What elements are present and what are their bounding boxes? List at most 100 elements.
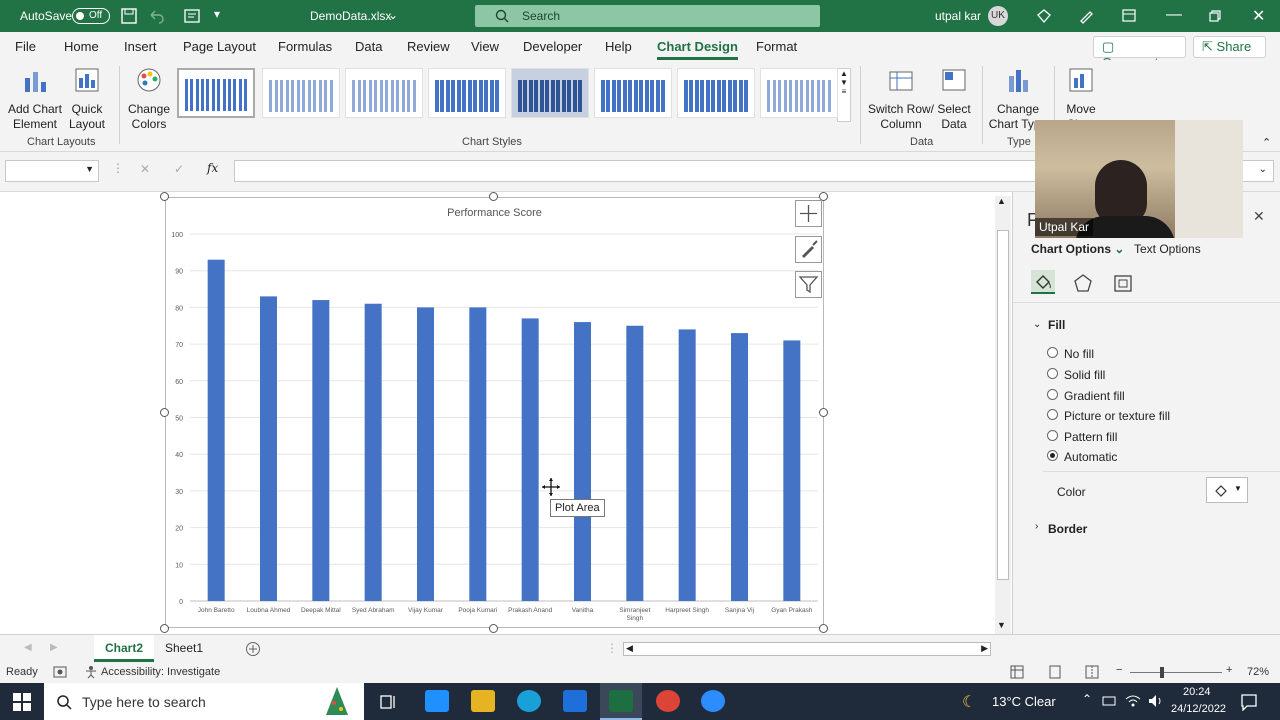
zoom-in-icon[interactable]: + <box>1226 664 1232 676</box>
comments-button[interactable]: ▢ Comments <box>1093 36 1186 70</box>
store-icon[interactable] <box>425 690 449 712</box>
select-data-button[interactable]: Select Data <box>936 66 972 132</box>
resize-handle[interactable] <box>160 624 169 633</box>
pattern-fill-radio[interactable] <box>1047 430 1058 441</box>
cancel-icon[interactable]: ✕ <box>140 162 150 176</box>
menu-home[interactable]: Home <box>64 39 99 54</box>
chart-style-option[interactable] <box>677 68 755 118</box>
diamond-icon[interactable] <box>1036 8 1052 24</box>
menu-help[interactable]: Help <box>605 39 632 54</box>
expand-formula-icon[interactable]: ⌄ <box>1259 164 1267 175</box>
accessibility-status[interactable]: Accessibility: Investigate <box>101 666 220 678</box>
scroll-down-icon[interactable]: ▼ <box>838 78 850 87</box>
menu-chart-design[interactable]: Chart Design <box>657 39 738 60</box>
mail-icon[interactable] <box>563 690 587 712</box>
resize-handle[interactable] <box>489 624 498 633</box>
styles-scroll[interactable]: ▲ ▼ ≡ <box>837 68 851 122</box>
resize-handle[interactable] <box>160 192 169 201</box>
chart-style-option[interactable] <box>262 68 340 118</box>
more-styles-icon[interactable]: ≡ <box>838 87 850 96</box>
restore-icon[interactable] <box>1209 10 1221 22</box>
menu-format[interactable]: Format <box>756 39 797 54</box>
no-fill-radio[interactable] <box>1047 347 1058 358</box>
bar[interactable] <box>574 322 591 601</box>
prev-sheet-icon[interactable]: ◀ <box>24 642 32 653</box>
name-box[interactable]: ▼ <box>5 160 99 182</box>
chart-filters-button[interactable] <box>795 271 822 298</box>
scroll-up-icon[interactable]: ▲ <box>838 69 850 78</box>
taskbar-search[interactable]: Type here to search <box>44 683 364 720</box>
scroll-thumb[interactable] <box>997 230 1009 580</box>
resize-handle[interactable] <box>819 624 828 633</box>
menu-file[interactable]: File <box>15 39 36 54</box>
menu-page-layout[interactable]: Page Layout <box>183 39 256 54</box>
close-icon[interactable]: ✕ <box>1252 6 1265 26</box>
chart-styles-button[interactable] <box>795 236 822 263</box>
print-preview-icon[interactable] <box>184 8 200 24</box>
file-name[interactable]: DemoData.xlsx <box>310 9 391 23</box>
chevron-right-icon[interactable]: › <box>1035 521 1038 532</box>
quick-layout-button[interactable]: Quick Layout <box>64 66 110 132</box>
wifi-icon[interactable] <box>1125 694 1141 708</box>
bar[interactable] <box>364 303 382 601</box>
zoom-level[interactable]: 72% <box>1247 666 1269 678</box>
resize-handle[interactable] <box>489 192 498 201</box>
vertical-scrollbar[interactable]: ▲ ▼ <box>995 196 1011 634</box>
collapse-ribbon-icon[interactable]: ⌃ <box>1262 136 1271 149</box>
zoom-out-icon[interactable]: − <box>1116 664 1122 676</box>
enter-icon[interactable]: ✓ <box>174 162 184 176</box>
fill-section-header[interactable]: Fill <box>1048 318 1065 332</box>
close-icon[interactable]: ✕ <box>1253 208 1265 225</box>
add-chart-element-button[interactable]: Add Chart Element <box>6 66 64 132</box>
zoom-app-icon[interactable] <box>701 690 725 712</box>
bar[interactable] <box>521 318 539 601</box>
bar[interactable] <box>417 307 434 601</box>
windows-start-icon[interactable] <box>13 693 31 711</box>
bar[interactable] <box>469 307 487 601</box>
volume-icon[interactable] <box>1148 694 1164 708</box>
task-view-icon[interactable] <box>380 693 398 711</box>
zoom-slider-thumb[interactable] <box>1160 667 1164 678</box>
menu-developer[interactable]: Developer <box>523 39 582 54</box>
add-sheet-icon[interactable] <box>245 641 261 657</box>
pentagon-effects-icon[interactable] <box>1071 271 1095 295</box>
sheet-area[interactable]: Performance Score 0 10 20 30 40 50 60 70 80 90 100… <box>0 192 1012 634</box>
tab-sheet1[interactable]: Sheet1 <box>158 641 210 655</box>
picture-fill-radio[interactable] <box>1047 409 1058 420</box>
text-options-tab[interactable]: Text Options <box>1134 242 1201 256</box>
bar[interactable] <box>207 259 225 601</box>
customize-toolbar-icon[interactable]: ▾ <box>214 7 220 21</box>
insert-function-icon[interactable]: fx <box>207 161 218 175</box>
horizontal-scrollbar[interactable]: ◀ ▶ <box>623 642 991 656</box>
chart-style-option[interactable] <box>511 68 589 118</box>
gradient-fill-label[interactable]: Gradient fill <box>1064 389 1125 403</box>
save-icon[interactable] <box>121 8 137 24</box>
bar[interactable] <box>312 300 330 601</box>
edge-icon[interactable] <box>517 690 541 712</box>
pen-icon[interactable] <box>1078 8 1094 24</box>
bar[interactable] <box>783 340 801 601</box>
file-explorer-icon[interactable] <box>471 690 495 712</box>
gradient-fill-radio[interactable] <box>1047 389 1058 400</box>
solid-fill-label[interactable]: Solid fill <box>1064 368 1105 382</box>
chart-style-option[interactable] <box>345 68 423 118</box>
menu-formulas[interactable]: Formulas <box>278 39 332 54</box>
scroll-left-icon[interactable]: ◀ <box>626 643 633 654</box>
chevron-down-icon[interactable]: ▼ <box>85 164 94 174</box>
chart-area[interactable]: Performance Score 0 10 20 30 40 50 60 70 80 90 100… <box>165 197 824 628</box>
macro-record-icon[interactable] <box>53 666 67 678</box>
excel-taskbar-button[interactable] <box>600 683 642 720</box>
chart-style-option[interactable] <box>594 68 672 118</box>
weather-text[interactable]: 13°C Clear <box>992 694 1056 709</box>
no-fill-label[interactable]: No fill <box>1064 347 1094 361</box>
show-hidden-icons[interactable]: ⌃ <box>1082 692 1092 706</box>
scroll-up-icon[interactable]: ▲ <box>997 196 1006 206</box>
normal-view-icon[interactable] <box>1010 665 1024 679</box>
resize-handle[interactable] <box>160 408 169 417</box>
avatar[interactable]: UK <box>988 6 1008 26</box>
solid-fill-radio[interactable] <box>1047 368 1058 379</box>
automatic-fill-radio[interactable] <box>1047 450 1058 461</box>
clock-time[interactable]: 20:24 <box>1183 686 1211 698</box>
share-button[interactable]: ⇱ Share <box>1193 36 1266 58</box>
accessibility-icon[interactable] <box>84 665 98 679</box>
